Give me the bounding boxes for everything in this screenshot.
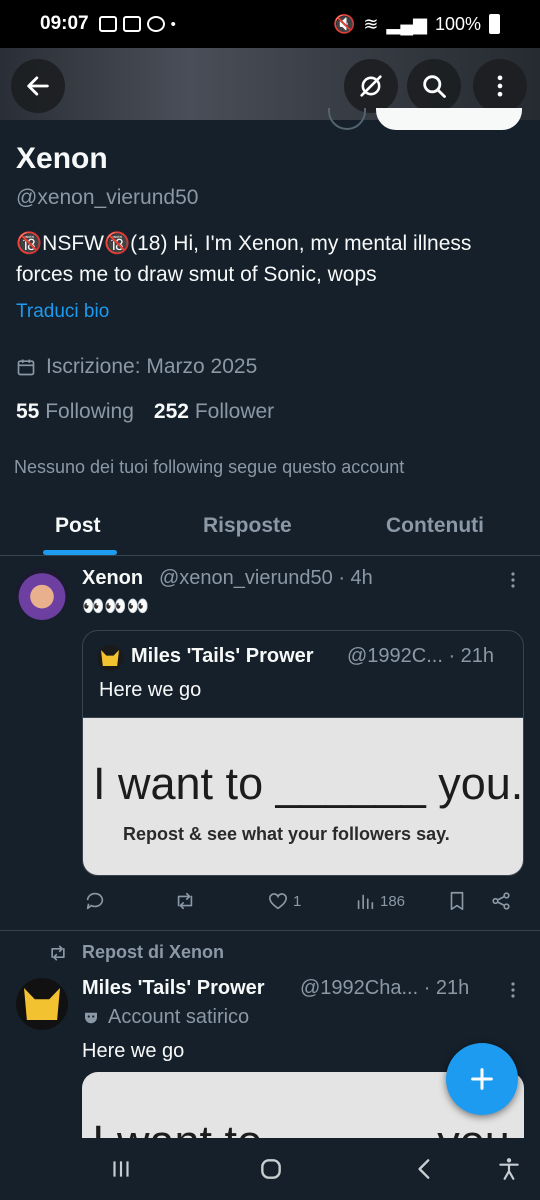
tweet-actions: 1 186 [82,890,524,918]
back-button[interactable] [11,59,65,113]
tweet-text: Here we go [82,1040,185,1062]
search-icon [423,75,446,98]
tweet-more-button[interactable] [503,980,523,1000]
repost-icon [51,945,65,960]
status-bar: 09:07 • 🔇 ≋ ▂▄▆ 100% [0,0,540,48]
followers-count: 252 [153,400,189,423]
tweet-text: 👀👀👀 [82,596,150,616]
tweet-author-meta: @1992Cha... · 21h [300,977,470,999]
following-count: 55 [16,400,40,423]
mute-icon: 🔇 [332,13,356,34]
profile-bio: 🔞NSFW🔞(18) Hi, I'm Xenon, my mental illn… [16,232,472,286]
quoted-tweet[interactable]: Miles 'Tails' Prower @1992C... · 21h Her… [82,630,524,876]
battery-text: 100% [434,13,481,34]
tweet-divider [0,930,540,931]
followers-link[interactable]: 252 Follower [154,400,274,424]
grok-button[interactable] [344,59,398,113]
quoted-author-meta: @1992C... · 21h [347,645,495,667]
home-button[interactable] [256,1154,286,1184]
calendar-icon [17,359,35,376]
more-options-button[interactable] [473,59,527,113]
profile-tabs: Post Risposte Contenuti [0,500,540,556]
tweet-author-meta: @xenon_vierund50 · 4h [159,567,373,589]
recent-apps-icon [113,1161,129,1177]
status-notification-icons: • [98,15,176,33]
bookmark-button[interactable] [446,890,468,912]
repost-icon [177,892,193,910]
join-date-text: Iscrizione: Marzo 2025 [46,355,258,378]
quoted-author-name: Miles 'Tails' Prower [131,645,314,667]
avatar[interactable] [16,568,68,620]
arrow-left-icon [27,76,49,96]
dot-icon: • [170,15,176,33]
views-icon [357,894,374,910]
avatar [97,645,123,671]
system-nav-bar [0,1138,540,1200]
tweet-author-name[interactable]: Xenon [82,567,143,590]
reply-icon [86,892,104,910]
quoted-tweet-text: Here we go [99,679,202,701]
satire-badge: Account satirico [82,1006,249,1029]
heart-icon [268,893,288,910]
profile-stats: 55 Following 252 Follower [16,400,274,424]
mail-icon [122,16,141,32]
followers-label: Follower [194,400,275,423]
tab-risposte[interactable]: Risposte [203,514,292,538]
following-label: Following [45,400,134,423]
status-time: 09:07 [40,13,89,34]
notifications-bell-button[interactable] [328,108,366,130]
recent-apps-button[interactable] [106,1154,136,1184]
fox-icon [24,988,60,1020]
translate-bio-link[interactable]: Traduci bio [16,301,109,323]
tab-contenuti[interactable]: Contenuti [386,514,484,538]
image-main-text: I want to ______ you. [92,1116,522,1138]
share-button[interactable] [490,890,512,912]
satire-label: Account satirico [108,1006,250,1028]
compose-button[interactable] [446,1043,518,1115]
like-button[interactable]: 1 [267,890,301,912]
active-tab-indicator [43,550,117,555]
signal-icon: ▂▄▆ [386,13,427,34]
repost-indicator[interactable]: Repost di Xenon [48,942,224,963]
more-vertical-icon [511,572,515,588]
back-nav-button[interactable] [410,1154,440,1184]
battery-icon [489,14,500,34]
home-icon [261,1159,281,1179]
snapchat-icon [146,16,165,32]
quoted-tweet-image[interactable]: I want to ______ you. Repost & see what … [83,717,524,875]
profile-name: Xenon [16,142,108,175]
views-button[interactable]: 186 [354,890,405,912]
image-sub-text: Repost & see what your followers say. [123,824,450,844]
status-system-icons: 🔇 ≋ ▂▄▆ 100% [333,14,500,35]
join-date: Iscrizione: Marzo 2025 [16,355,257,379]
share-icon [492,892,510,910]
chevron-left-icon [418,1159,430,1179]
repost-label: Repost di Xenon [82,942,225,962]
more-vertical-icon [511,982,515,998]
tweet-more-button[interactable] [503,570,523,590]
search-button[interactable] [407,59,461,113]
fox-icon [101,650,119,666]
like-count: 1 [293,892,302,910]
tweet-author-name[interactable]: Miles 'Tails' Prower [82,977,265,1000]
more-vertical-icon [497,75,503,97]
grok-icon [360,75,382,97]
profile-handle: @xenon_vierund50 [16,186,199,209]
accessibility-button[interactable] [494,1154,524,1184]
accessibility-icon [499,1158,519,1180]
following-link[interactable]: 55 Following [16,400,134,424]
reply-button[interactable] [84,890,106,912]
bookmark-icon [450,891,464,911]
followers-you-know-note: Nessuno dei tuoi following segue questo … [14,457,405,477]
follow-button[interactable] [376,108,522,130]
wifi-icon: ≋ [363,13,379,34]
mask-icon [85,1012,97,1023]
tab-post[interactable]: Post [55,514,101,538]
plus-icon [471,1068,493,1090]
repost-button[interactable] [174,890,196,912]
avatar[interactable] [16,978,68,1030]
image-main-text: I want to ______ you. [93,758,524,809]
instagram-icon [98,16,117,32]
views-count: 186 [380,892,406,910]
